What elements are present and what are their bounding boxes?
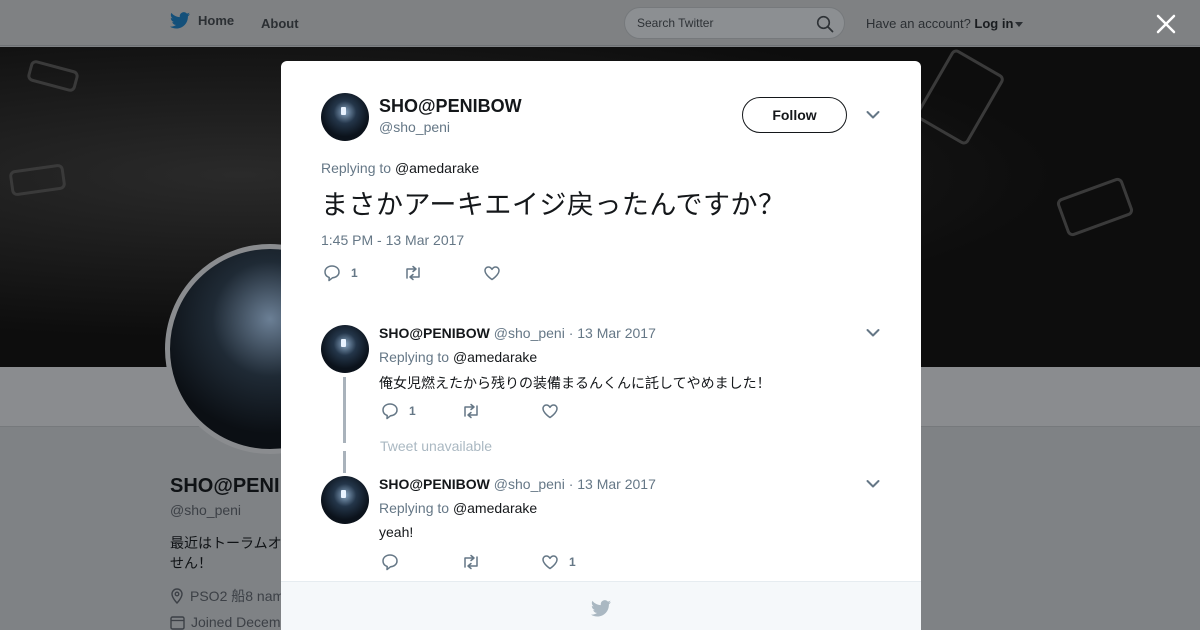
reply-count: 1 <box>351 266 358 280</box>
replying-to-prefix: Replying to <box>379 349 450 365</box>
reply-text: yeah! <box>379 524 414 540</box>
tweet-unavailable-notice: Tweet unavailable <box>380 438 493 454</box>
retweet-icon <box>464 554 478 570</box>
reply-icon <box>382 403 398 420</box>
profile-location-text: PSO2 船8 nam <box>190 588 285 604</box>
author-handle[interactable]: @sho_peni <box>379 119 450 135</box>
tweet-text: まさかアーキエイジ戻ったんですか？ <box>321 190 786 220</box>
chevron-down-icon[interactable] <box>866 328 880 338</box>
reply-replying-to: Replying to @amedarake <box>379 500 537 516</box>
replying-to-prefix: Replying to <box>379 500 450 516</box>
reply-button[interactable]: 1 <box>381 402 461 420</box>
reply-date[interactable]: · 13 Mar 2017 <box>569 325 656 341</box>
tweet-actions: 1 <box>323 264 563 282</box>
replying-to-prefix: Replying to <box>321 160 392 176</box>
close-icon[interactable] <box>1150 8 1182 40</box>
nav-about-link[interactable]: About <box>261 16 299 31</box>
thread-connector-line <box>343 377 346 443</box>
reply-author-avatar[interactable] <box>321 476 369 524</box>
reply-button[interactable] <box>381 553 461 571</box>
profile-location: PSO2 船8 nam <box>170 586 284 606</box>
chevron-down-icon[interactable] <box>866 110 880 120</box>
search-input[interactable]: Search Twitter <box>624 7 845 39</box>
retweet-button[interactable] <box>461 403 541 419</box>
reply-actions: 1 <box>381 553 621 571</box>
profile-bio: 最近はトーラムオ せん！ <box>170 533 285 573</box>
profile-bio-line: 最近はトーラムオ <box>170 535 282 551</box>
reply-date[interactable]: · 13 Mar 2017 <box>569 476 656 492</box>
like-button[interactable] <box>483 265 563 281</box>
retweet-button[interactable] <box>461 554 541 570</box>
reply-text: 俺女児燃えたから残りの装備まるんくんに託してやめました！ <box>379 375 771 391</box>
reply-header: SHO@PENIBOW @sho_peni · 13 Mar 2017 <box>379 325 656 341</box>
author-name[interactable]: SHO@PENIBOW <box>379 96 522 117</box>
retweet-icon <box>406 265 420 281</box>
thread-connector-line <box>343 451 346 473</box>
calendar-icon <box>170 615 185 630</box>
heart-icon <box>484 266 500 281</box>
profile-name: SHO@PENI <box>170 475 280 497</box>
reply-actions: 1 <box>381 402 621 420</box>
heart-icon <box>542 404 558 419</box>
like-button[interactable]: 1 <box>541 554 621 570</box>
replying-to-user-link[interactable]: @amedarake <box>395 160 479 176</box>
account-prompt-text: Have an account? <box>866 16 971 31</box>
search-placeholder: Search Twitter <box>637 16 714 30</box>
heart-icon <box>542 555 558 570</box>
login-link[interactable]: Log in <box>974 16 1013 31</box>
reply-author-name[interactable]: SHO@PENIBOW <box>379 325 490 341</box>
twitter-bird-icon <box>170 12 190 29</box>
twitter-bird-icon <box>591 600 611 617</box>
retweet-icon <box>464 403 478 419</box>
tweet-timestamp[interactable]: 1:45 PM - 13 Mar 2017 <box>321 232 464 248</box>
replying-to-user-link[interactable]: @amedarake <box>453 500 537 516</box>
reply-author-avatar[interactable] <box>321 325 369 373</box>
author-avatar[interactable] <box>321 93 369 141</box>
like-button[interactable] <box>541 403 621 419</box>
reply-author-handle[interactable]: @sho_peni <box>494 476 565 492</box>
location-pin-icon <box>171 588 183 604</box>
like-count: 1 <box>569 555 576 569</box>
reply-author-name[interactable]: SHO@PENIBOW <box>379 476 490 492</box>
reply-icon <box>324 265 340 282</box>
nav-home-label: Home <box>198 13 235 28</box>
reply-header: SHO@PENIBOW @sho_peni · 13 Mar 2017 <box>379 476 656 492</box>
reply-replying-to: Replying to @amedarake <box>379 349 537 365</box>
reply-author-handle[interactable]: @sho_peni <box>494 325 565 341</box>
chevron-down-icon[interactable] <box>1015 22 1024 28</box>
profile-joined: Joined Decem <box>170 614 281 630</box>
follow-button[interactable]: Follow <box>742 97 847 133</box>
tweet-modal: SHO@PENIBOW @sho_peni Follow Replying to… <box>281 61 921 630</box>
replying-to: Replying to @amedarake <box>321 160 479 176</box>
chevron-down-icon[interactable] <box>866 479 880 489</box>
reply-button[interactable]: 1 <box>323 264 403 282</box>
retweet-button[interactable] <box>403 265 483 281</box>
account-prompt: Have an account? Log in <box>866 16 1024 31</box>
nav-home-link[interactable]: Home <box>170 12 234 29</box>
modal-footer <box>281 581 921 630</box>
profile-bio-line: せん！ <box>170 555 212 571</box>
search-icon[interactable] <box>816 15 834 33</box>
reply-icon <box>382 554 398 571</box>
reply-count: 1 <box>409 404 416 418</box>
replying-to-user-link[interactable]: @amedarake <box>453 349 537 365</box>
profile-handle: @sho_peni <box>170 502 242 518</box>
top-navigation-bar: Home About Search Twitter Have an accoun… <box>0 0 1200 46</box>
profile-joined-text: Joined Decem <box>191 614 281 630</box>
